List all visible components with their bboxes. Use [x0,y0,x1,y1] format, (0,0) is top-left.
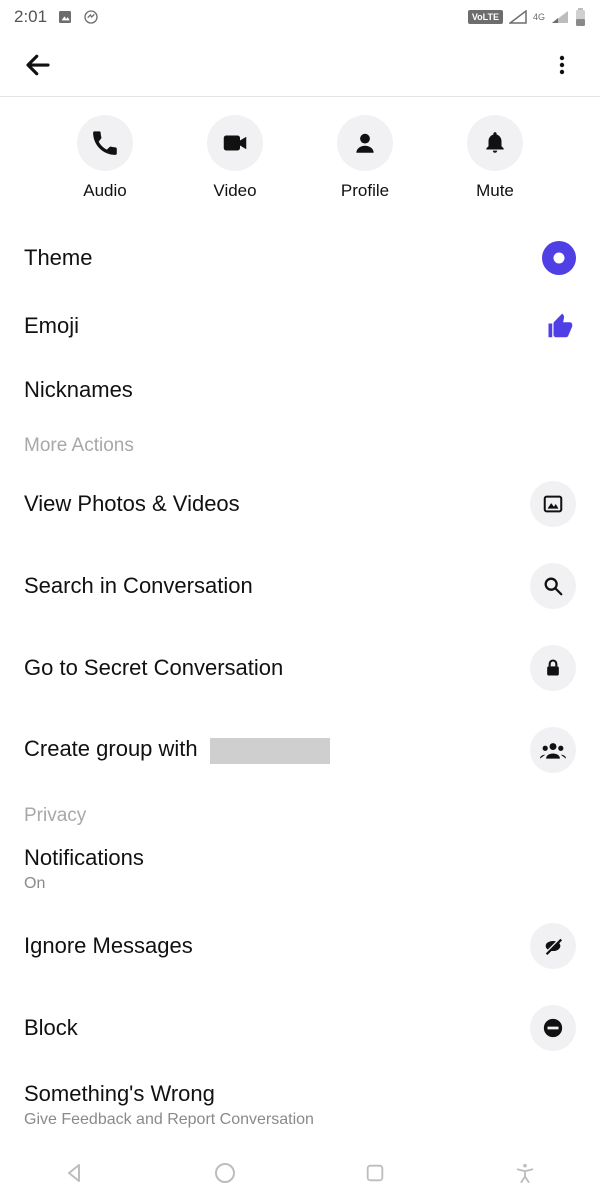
notifications-label: Notifications [24,845,576,871]
nav-accessibility[interactable] [505,1153,545,1193]
status-bar: 2:01 VoLTE 4G [0,0,600,34]
quick-profile[interactable]: Profile [337,115,393,201]
block-row[interactable]: Block [0,987,600,1069]
theme-label: Theme [24,245,92,271]
phone-icon [77,115,133,171]
photos-label: View Photos & Videos [24,491,240,517]
gallery-icon [57,9,73,25]
nicknames-label: Nicknames [24,377,133,403]
notifications-sub: On [24,875,576,893]
volte-badge: VoLTE [468,10,503,24]
messenger-icon [83,9,99,25]
section-privacy: Privacy [0,791,600,833]
more-vertical-icon [550,53,574,77]
create-group-prefix: Create group with [24,736,198,761]
quick-video-label: Video [213,181,256,201]
emoji-row[interactable]: Emoji [0,293,600,359]
create-group-label: Create group with [24,736,330,763]
image-icon [530,481,576,527]
block-label: Block [24,1015,78,1041]
nav-back[interactable] [55,1153,95,1193]
video-icon [207,115,263,171]
triangle-back-icon [63,1161,87,1185]
status-time: 2:01 [14,7,47,27]
wrong-label: Something's Wrong [24,1081,576,1107]
quick-profile-label: Profile [341,181,389,201]
back-button[interactable] [16,43,60,87]
search-icon [530,563,576,609]
create-group-row[interactable]: Create group with [0,709,600,791]
nav-home[interactable] [205,1153,245,1193]
status-left: 2:01 [14,7,99,27]
ignore-row[interactable]: Ignore Messages [0,905,600,987]
quick-mute[interactable]: Mute [467,115,523,201]
nav-bar [0,1146,600,1200]
profile-icon [337,115,393,171]
status-right: VoLTE 4G [468,8,586,26]
quick-audio[interactable]: Audio [77,115,133,201]
wrong-sub: Give Feedback and Report Conversation [24,1111,576,1129]
quick-video[interactable]: Video [207,115,263,201]
redacted-name [210,738,330,764]
accessibility-icon [514,1162,536,1184]
theme-color-indicator [542,241,576,275]
app-bar [0,34,600,96]
group-icon [530,727,576,773]
block-icon [530,1005,576,1051]
more-button[interactable] [540,43,584,87]
quick-audio-label: Audio [83,181,126,201]
search-row[interactable]: Search in Conversation [0,545,600,627]
search-label: Search in Conversation [24,573,253,599]
bell-icon [467,115,523,171]
notifications-row[interactable]: Notifications On [0,833,600,905]
thumbs-up-icon [546,311,576,341]
nav-recent[interactable] [355,1153,395,1193]
battery-icon [575,8,586,26]
lock-icon [530,645,576,691]
content: Theme Emoji Nicknames More Actions View … [0,215,600,1141]
wrong-row[interactable]: Something's Wrong Give Feedback and Repo… [0,1069,600,1141]
secret-row[interactable]: Go to Secret Conversation [0,627,600,709]
signal2-icon [551,10,569,24]
section-more-actions: More Actions [0,421,600,463]
ignore-icon [530,923,576,969]
secret-label: Go to Secret Conversation [24,655,283,681]
photos-row[interactable]: View Photos & Videos [0,463,600,545]
theme-row[interactable]: Theme [0,223,600,293]
signal-icon [509,10,527,24]
square-recent-icon [364,1162,386,1184]
nicknames-row[interactable]: Nicknames [0,359,600,421]
arrow-left-icon [23,50,53,80]
emoji-label: Emoji [24,313,79,339]
circle-home-icon [213,1161,237,1185]
quick-mute-label: Mute [476,181,514,201]
network-4g-label: 4G [533,12,545,22]
quick-actions: Audio Video Profile Mute [0,97,600,215]
ignore-label: Ignore Messages [24,933,193,959]
